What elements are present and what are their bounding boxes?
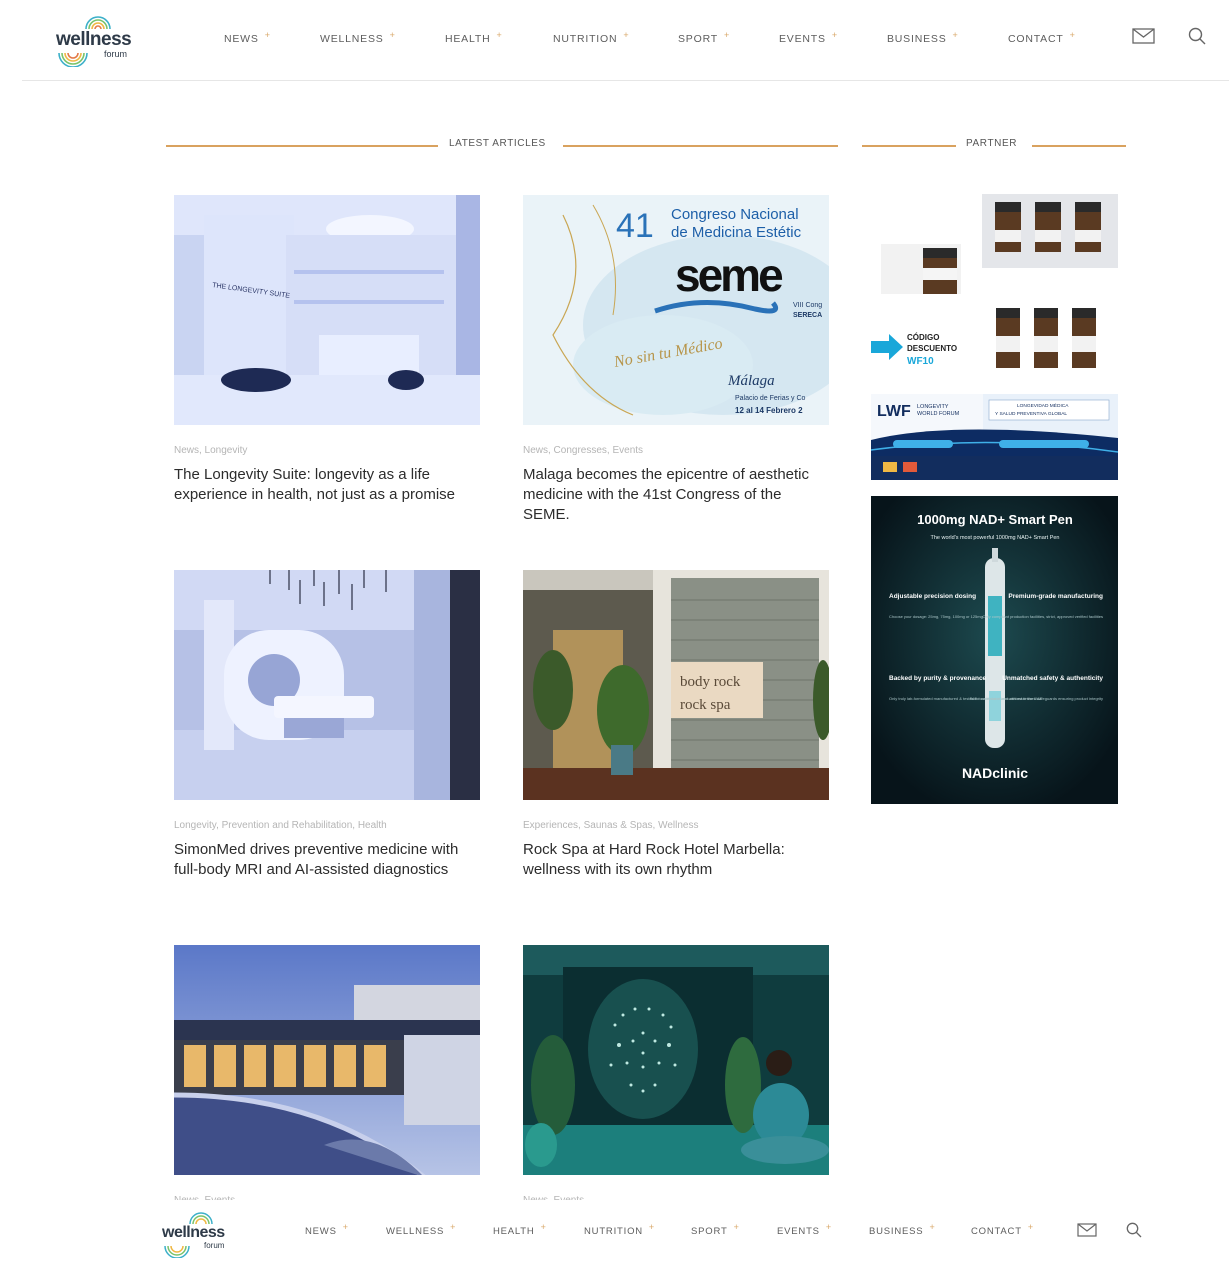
seme-side-1: VIII Cong [793,302,822,309]
rock-sign-line-2: rock spa [680,697,731,713]
nad-feature-1-body: Choose your dosage: 25mg, 75mg, 100mg or… [889,614,983,619]
nav-events[interactable]: EVENTS + [779,30,838,45]
site-header: wellness forum NEWS + WELLNESS + HEALTH + N… [0,0,1229,81]
logo-wordmark: wellness [56,29,132,50]
mail-icon[interactable] [1132,28,1155,49]
article-title[interactable]: SimonMed drives preventive medicine with… [174,840,474,880]
article-image[interactable] [174,570,480,800]
seme-side-2: SERECA [793,312,822,319]
partner-ad-serum[interactable]: CÓDIGO DESCUENTO WF10 [871,194,1118,378]
latest-articles-heading: LATEST ARTICLES [166,138,838,152]
seme-dates: 12 al 14 Febrero 2 [735,406,803,415]
article-image[interactable] [174,945,480,1175]
nav-nutrition[interactable]: NUTRITION + [584,1222,655,1237]
search-icon[interactable] [1188,27,1206,50]
partner-heading: PARTNER [862,138,1126,152]
partner-label: PARTNER [966,138,1018,149]
nad-feature-4-body: Built to withstand and with maximised sa… [970,696,1103,701]
nav-sport[interactable]: SPORT + [678,30,730,45]
logo-wordmark: wellness [162,1224,225,1241]
logo-subtitle: forum [204,1241,225,1250]
partner-ad-nad-pen[interactable]: 1000mg NAD+ Smart Pen The world's most p… [871,496,1118,804]
nad-subtitle: The world's most powerful 1000mg NAD+ Sm… [931,535,1060,541]
lwf-tag-1: LONGEVIDAD MÉDICA [1017,402,1069,409]
article-image[interactable]: THE LONGEVITY SUITE [174,195,480,425]
article-categories[interactable]: Experiences, Saunas & Spas, Wellness [523,820,698,831]
article-categories[interactable]: News, Longevity [174,445,247,456]
sticky-logo[interactable]: wellness forum [162,1210,234,1258]
logo-subtitle: forum [104,49,128,59]
article-image[interactable] [523,945,829,1175]
nav-business[interactable]: BUSINESS + [869,1222,936,1237]
article-title[interactable]: The Longevity Suite: longevity as a life… [174,465,474,505]
serum-code-value: WF10 [907,356,934,367]
nav-nutrition[interactable]: NUTRITION + [553,30,629,45]
article-title[interactable]: Rock Spa at Hard Rock Hotel Marbella: we… [523,840,823,880]
nav-news[interactable]: NEWS + [224,30,271,45]
nav-health[interactable]: HEALTH + [493,1222,547,1237]
latest-articles-label: LATEST ARTICLES [449,138,546,149]
header-divider [22,80,1229,81]
nad-brand: NADclinic [962,765,1028,781]
article-categories[interactable]: Longevity, Prevention and Rehabilitation… [174,820,387,831]
nav-health[interactable]: HEALTH + [445,30,503,45]
nav-business[interactable]: BUSINESS + [887,30,959,45]
seme-line-1: Congreso Nacional [671,206,799,223]
nav-wellness[interactable]: WELLNESS + [386,1222,456,1237]
article-title[interactable]: Malaga becomes the epicentre of aestheti… [523,465,823,525]
seme-line-2: de Medicina Estétic [671,224,802,241]
nad-feature-2-body: Only compliant production facilities, st… [983,614,1104,619]
partner-rule-left [862,145,956,147]
nad-title: 1000mg NAD+ Smart Pen [917,512,1073,527]
seme-venue: Palacio de Ferias y Co [735,395,806,402]
seme-city: Málaga [727,373,775,389]
nad-feature-1-title: Adjustable precision dosing [889,593,976,600]
seme-logo: seme [675,249,783,301]
seme-number: 41 [616,207,654,245]
nad-feature-2-title: Premium-grade manufacturing [1008,593,1103,600]
partner-ad-lwf[interactable]: LWF LONGEVITY WORLD FORUM LONGEVIDAD MÉD… [871,394,1118,480]
nad-feature-4-title: Unmatched safety & authenticity [1002,675,1103,682]
arrow-right-icon [871,334,903,360]
mail-icon[interactable] [1077,1223,1097,1242]
nav-events[interactable]: EVENTS + [777,1222,832,1237]
serum-code-label-2: DESCUENTO [907,344,957,353]
serum-code-label-1: CÓDIGO [907,333,939,342]
lwf-logo: LWF [877,403,911,420]
rock-sign-line-1: body rock [680,674,741,690]
lwf-tag-2: Y SALUD PREVENTIVA GLOBAL [995,411,1067,417]
heading-rule-left [166,145,438,147]
site-logo[interactable]: wellness forum [56,13,136,67]
partner-rule-right [1032,145,1126,147]
nav-sport[interactable]: SPORT + [691,1222,740,1237]
article-categories[interactable]: News, Congresses, Events [523,445,643,456]
article-image[interactable]: 41 Congreso Nacional de Medicina Estétic… [523,195,829,425]
nav-news[interactable]: NEWS + [305,1222,349,1237]
lwf-logo-sub-2: WORLD FORUM [917,411,960,417]
nav-contact[interactable]: CONTACT + [1008,30,1076,45]
lwf-logo-sub-1: LONGEVITY [917,404,949,410]
article-image[interactable]: body rock rock spa [523,570,829,800]
sticky-header: wellness forum NEWS + WELLNESS + HEALTH + N… [0,1200,1229,1264]
heading-rule-right [563,145,838,147]
search-icon[interactable] [1126,1222,1142,1243]
nav-wellness[interactable]: WELLNESS + [320,30,396,45]
nav-contact[interactable]: CONTACT + [971,1222,1034,1237]
nad-feature-3-title: Backed by purity & provenance [889,675,987,682]
